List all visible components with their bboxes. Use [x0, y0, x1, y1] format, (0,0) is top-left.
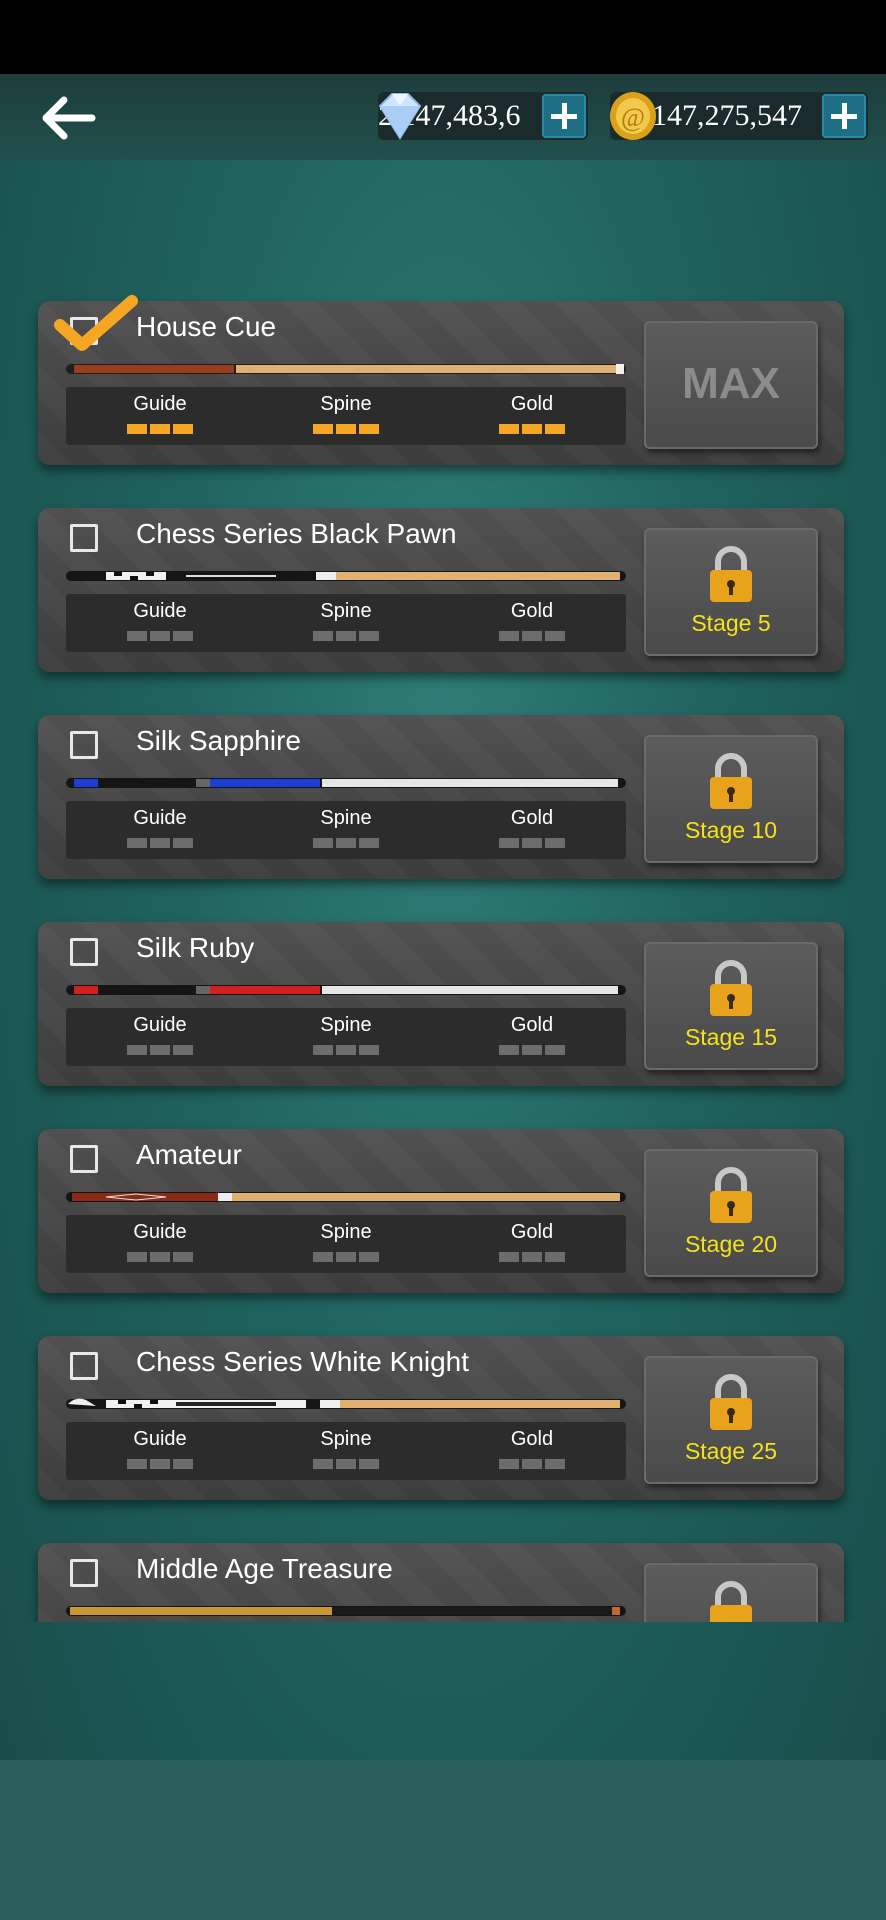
cue-name: Silk Ruby	[136, 932, 255, 963]
add-gold-button[interactable]	[822, 94, 866, 138]
cue-image	[66, 1398, 626, 1409]
cue-stats: Guide Spine Gold	[66, 1422, 626, 1480]
cue-name: Amateur	[136, 1139, 242, 1170]
back-arrow-icon[interactable]	[34, 90, 100, 146]
padlock-icon	[710, 753, 752, 809]
cue-name: House Cue	[136, 311, 277, 342]
select-checkbox[interactable]	[70, 1145, 98, 1173]
cue-card[interactable]: Chess Series White Knight Guide Spine Go…	[38, 1336, 844, 1500]
cue-stats: Guide Spine Gold	[66, 801, 626, 859]
cue-name: Chess Series Black Pawn	[136, 518, 457, 549]
select-checkbox[interactable]	[70, 1352, 98, 1380]
stat-gold: Gold	[472, 807, 592, 848]
stat-spine: Spine	[286, 393, 406, 434]
add-gems-button[interactable]	[542, 94, 586, 138]
locked-button[interactable]: Stage 20	[644, 1149, 818, 1277]
padlock-icon	[710, 1581, 752, 1622]
cue-image	[66, 571, 626, 581]
cue-stats: Guide Spine Gold	[66, 594, 626, 652]
cue-card[interactable]: Chess Series Black Pawn Guide Spine Gold	[38, 508, 844, 672]
cue-card[interactable]: House Cue Guide Spine Gold MAX	[38, 295, 844, 465]
locked-button[interactable]: Stage 10	[644, 735, 818, 863]
cue-name: Chess Series White Knight	[136, 1346, 470, 1377]
svg-text:@: @	[621, 103, 645, 132]
stat-gold: Gold	[472, 1014, 592, 1055]
diamond-icon	[378, 93, 422, 140]
stat-guide: Guide	[100, 1428, 220, 1469]
cue-list[interactable]: House Cue Guide Spine Gold MAX Chess Ser…	[0, 290, 886, 1622]
gold-coin-icon: @	[610, 92, 656, 140]
stat-guide: Guide	[100, 807, 220, 848]
cue-image	[66, 778, 626, 788]
locked-button[interactable]: Stage 5	[644, 528, 818, 656]
stage-label: Stage 20	[684, 1231, 778, 1257]
locked-button[interactable]: Stage 15	[644, 942, 818, 1070]
cue-image	[66, 985, 626, 995]
stat-spine: Spine	[286, 807, 406, 848]
cue-stats: Guide Spine Gold	[66, 1215, 626, 1273]
cue-card[interactable]: Silk Sapphire Guide Spine Gold Stage 10	[38, 715, 844, 879]
max-label: MAX	[682, 359, 780, 408]
bottom-area	[0, 1760, 886, 1920]
padlock-icon	[710, 546, 752, 602]
locked-button[interactable]: Stage 25	[644, 1356, 818, 1484]
stat-spine: Spine	[286, 1014, 406, 1055]
cue-stats: Guide Spine Gold	[66, 1008, 626, 1066]
stat-spine: Spine	[286, 1221, 406, 1262]
gold-counter: 147,275,547 @	[610, 92, 868, 140]
padlock-icon	[710, 960, 752, 1016]
cue-card[interactable]: Middle Age Treasure	[38, 1543, 844, 1622]
padlock-icon	[710, 1374, 752, 1430]
cue-image	[66, 1606, 626, 1616]
stat-guide: Guide	[100, 1014, 220, 1055]
stage-label: Stage 10	[684, 817, 778, 843]
stat-gold: Gold	[472, 1428, 592, 1469]
stat-gold: Gold	[472, 1221, 592, 1262]
locked-button[interactable]	[644, 1563, 818, 1622]
select-checkbox[interactable]	[70, 938, 98, 966]
stat-spine: Spine	[286, 1428, 406, 1469]
cue-stats: Guide Spine Gold	[66, 387, 626, 445]
cue-name: Middle Age Treasure	[136, 1553, 393, 1584]
select-checkbox[interactable]	[70, 524, 98, 552]
stat-gold: Gold	[472, 600, 592, 641]
stat-guide: Guide	[100, 1221, 220, 1262]
cue-image	[66, 364, 626, 374]
stat-spine: Spine	[286, 600, 406, 641]
stage-label: Stage 25	[684, 1438, 778, 1464]
checkmark-icon	[54, 295, 138, 351]
cue-name: Silk Sapphire	[136, 725, 301, 756]
max-button[interactable]: MAX	[644, 321, 818, 449]
cue-card[interactable]: Amateur Guide Spine Gold Stage 20	[38, 1129, 844, 1293]
status-bar	[0, 0, 886, 74]
stage-label: Stage 15	[684, 1024, 778, 1050]
cue-card[interactable]: Silk Ruby Guide Spine Gold Stage 15	[38, 922, 844, 1086]
select-checkbox[interactable]	[70, 731, 98, 759]
stat-guide: Guide	[100, 600, 220, 641]
stage-label: Stage 5	[691, 610, 771, 636]
stat-guide: Guide	[100, 393, 220, 434]
select-checkbox[interactable]	[70, 1559, 98, 1587]
padlock-icon	[710, 1167, 752, 1223]
stat-gold: Gold	[472, 393, 592, 434]
cue-image	[66, 1192, 626, 1202]
gems-counter: 2,147,483,6	[378, 92, 588, 140]
